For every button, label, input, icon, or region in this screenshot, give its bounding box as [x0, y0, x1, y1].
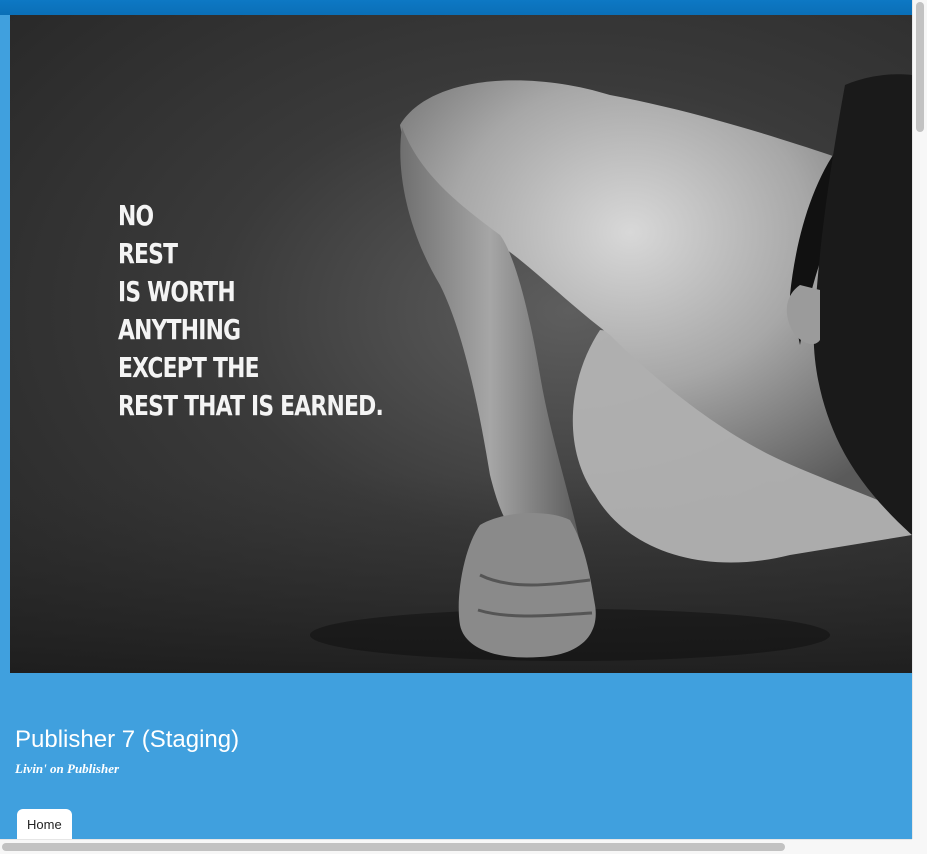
vertical-scrollbar-thumb[interactable]	[916, 2, 924, 132]
nav-tab-home[interactable]: Home	[17, 809, 72, 839]
site-title[interactable]: Publisher 7 (Staging)	[15, 726, 239, 754]
hero-quote: NO REST IS WORTH ANYTHING EXCEPT THE RES…	[118, 197, 384, 425]
quote-line: REST	[118, 237, 178, 270]
quote-line: EXCEPT THE	[118, 351, 260, 384]
quote-line: REST THAT IS EARNED.	[118, 389, 384, 422]
horizontal-scrollbar[interactable]	[0, 839, 912, 854]
main-nav: Home	[17, 809, 72, 839]
quote-line: NO	[118, 199, 154, 232]
top-strip	[0, 0, 912, 15]
site-tagline: Livin' on Publisher	[15, 761, 120, 776]
scrollbar-corner	[912, 839, 927, 854]
vertical-scrollbar[interactable]	[912, 0, 927, 839]
quote-line: ANYTHING	[118, 313, 241, 346]
quote-line: IS WORTH	[118, 275, 236, 308]
horizontal-scrollbar-thumb[interactable]	[2, 843, 785, 851]
page: NO REST IS WORTH ANYTHING EXCEPT THE RES…	[0, 0, 912, 839]
hero-banner: NO REST IS WORTH ANYTHING EXCEPT THE RES…	[10, 15, 912, 673]
